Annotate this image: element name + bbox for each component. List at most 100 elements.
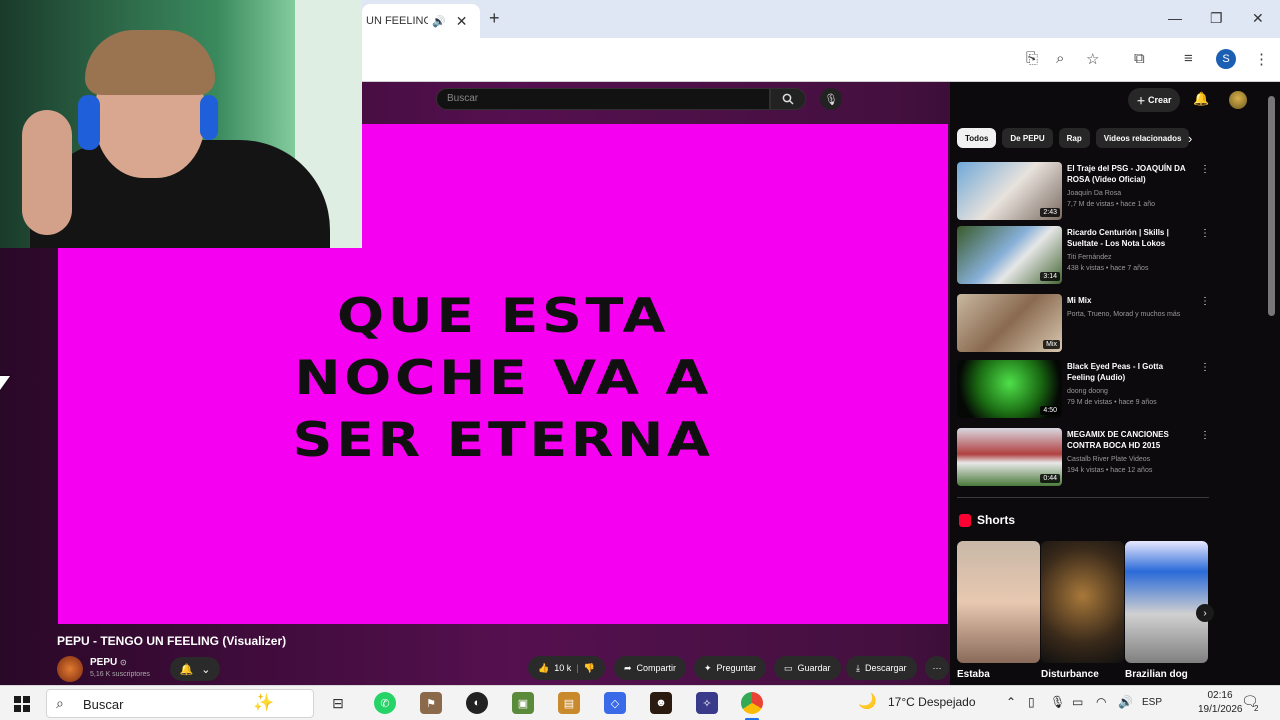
battery-icon[interactable]: ▭ — [1072, 695, 1083, 709]
volume-icon[interactable]: 🔊 — [1118, 695, 1133, 709]
share-button[interactable]: ➦ Compartir — [614, 656, 687, 680]
minimize-icon[interactable]: — — [1168, 10, 1182, 26]
search-icon[interactable] — [770, 88, 806, 110]
channel-name[interactable]: PEPU ⊙ — [90, 657, 127, 668]
shorts-icon — [959, 514, 971, 527]
rec-meta: 79 M de vistas • hace 9 años — [1067, 399, 1157, 406]
lyrics-line: SER ETERNA — [292, 413, 714, 468]
save-button[interactable]: ▭ Guardar — [774, 656, 841, 680]
rec-title: MEGAMIX DE CANCIONES CONTRA BOCA HD 2015 — [1067, 430, 1169, 450]
chevron-right-icon[interactable]: › — [1196, 604, 1214, 622]
rec-channel: doong doong — [1067, 388, 1108, 395]
cast-icon[interactable]: ⎘ — [1026, 50, 1038, 67]
duration-badge: 3:14 — [1040, 272, 1060, 281]
chevron-down-icon: ⌄ — [201, 663, 211, 676]
zoom-icon[interactable]: ⌕ — [1056, 50, 1064, 67]
lyrics-line: NOCHE VA A — [294, 351, 712, 406]
screen: UN FEELING 🔊 ✕ + — ❐ ✕ ⎘ ⌕ ☆ ⧉ ≡ S ⋮ Bus… — [0, 0, 1280, 720]
rec-meta: 438 k vistas • hace 7 años — [1067, 265, 1149, 272]
account-avatar[interactable] — [1229, 91, 1247, 109]
bookmark-star-icon[interactable]: ☆ — [1086, 50, 1099, 68]
lyrics-text: QUE ESTA NOCHE VA A SER ETERNA — [179, 286, 828, 472]
restore-icon[interactable]: ❐ — [1210, 10, 1223, 27]
whatsapp-icon[interactable]: ✆ — [374, 692, 396, 714]
create-button[interactable]: ＋ Crear — [1128, 88, 1180, 112]
create-label: Crear — [1148, 95, 1172, 105]
ask-button[interactable]: ✦ Preguntar — [694, 656, 767, 680]
recommendation-item[interactable]: 2:43 El Traje del PSG - JOAQUÍN DA ROSA … — [957, 162, 1217, 220]
thumbs-up-icon: 👍 — [538, 662, 550, 673]
app-icon[interactable]: ◐ — [466, 692, 488, 714]
rec-channel: Castalb River Plate Videos — [1067, 456, 1151, 463]
chip-all[interactable]: Todos — [957, 128, 997, 148]
tray-app-icon[interactable]: ▯ — [1028, 695, 1035, 709]
webcam-overlay — [0, 0, 362, 248]
rec-channel: Joaquín Da Rosa — [1067, 190, 1122, 197]
browser-tabstrip: UN FEELING 🔊 ✕ + — ❐ ✕ — [362, 0, 1280, 38]
share-icon: ➦ — [624, 662, 632, 673]
weather-text[interactable]: 17°C Despejado — [888, 695, 976, 709]
short-title: Disturbance — [1041, 669, 1099, 680]
duration-badge: Mix — [1043, 340, 1060, 349]
like-button[interactable]: 👍 10 k | 👎 — [528, 656, 605, 680]
profile-avatar[interactable]: S — [1216, 49, 1236, 69]
close-window-icon[interactable]: ✕ — [1252, 10, 1264, 27]
recommendation-item[interactable]: 3:14 Ricardo Centurión | Skills | Suelta… — [957, 226, 1217, 284]
duration-badge: 4:50 — [1040, 406, 1060, 415]
game-app-icon[interactable]: ☻ — [650, 692, 672, 714]
chrome-menu-icon[interactable]: ⋮ — [1254, 50, 1269, 68]
wifi-icon[interactable]: ◠ — [1096, 695, 1106, 709]
filter-chips: Todos De PEPU Rap Videos relacionados — [957, 128, 1190, 148]
minecraft-icon[interactable]: ▣ — [512, 692, 534, 714]
chip-rap[interactable]: Rap — [1058, 128, 1090, 148]
more-options-icon[interactable]: ⋮ — [1200, 296, 1210, 307]
chip-from-channel[interactable]: De PEPU — [1002, 128, 1053, 148]
more-options-icon[interactable]: ⋮ — [1200, 362, 1210, 373]
taskbar-search-input[interactable]: ⌕ Buscar ✨ — [46, 689, 314, 718]
recommendation-item[interactable]: 0:44 MEGAMIX DE CANCIONES CONTRA BOCA HD… — [957, 428, 1217, 486]
weather-icon[interactable]: 🌙 — [858, 692, 877, 710]
windows-start-icon[interactable] — [14, 696, 30, 712]
chrome-icon[interactable] — [741, 692, 763, 714]
more-options-icon[interactable]: ⋮ — [1200, 164, 1210, 175]
language-indicator[interactable]: ESP — [1142, 697, 1162, 708]
thumbs-down-icon[interactable]: 👎 — [584, 663, 595, 674]
more-options-icon[interactable]: ⋮ — [1200, 430, 1210, 441]
new-tab-button[interactable]: + — [489, 8, 500, 29]
search-input[interactable]: Buscar — [436, 88, 770, 110]
rec-meta: 7,7 M de vistas • hace 1 año — [1067, 201, 1156, 208]
download-button[interactable]: ⤓ Descargar — [846, 656, 917, 680]
task-view-icon[interactable]: ⊟ — [327, 692, 349, 714]
short-thumbnail[interactable] — [957, 541, 1040, 663]
recommendation-item[interactable]: Mix Mi Mix Porta, Trueno, Morad y muchos… — [957, 294, 1217, 352]
system-clock[interactable]: 02:16 19/1/2026 — [1198, 689, 1243, 717]
chip-related[interactable]: Videos relacionados — [1095, 128, 1190, 148]
like-count: 10 k — [554, 663, 572, 673]
shorts-heading: Shorts — [977, 513, 1016, 527]
game-app-icon[interactable]: ⚑ — [420, 692, 442, 714]
channel-avatar[interactable] — [57, 656, 83, 682]
game-app-icon[interactable]: ✧ — [696, 692, 718, 714]
roblox-icon[interactable]: ◇ — [604, 692, 626, 714]
microphone-icon[interactable]: 🎙 — [1050, 695, 1065, 709]
subscribed-bell-button[interactable]: 🔔 ⌄ — [170, 657, 220, 681]
short-thumbnail[interactable] — [1125, 541, 1208, 663]
page-scrollbar[interactable] — [1268, 96, 1275, 316]
short-thumbnail[interactable] — [1041, 541, 1124, 663]
browser-tab[interactable]: UN FEELING 🔊 ✕ — [362, 4, 480, 38]
more-options-icon[interactable]: ⋮ — [1200, 228, 1210, 239]
speaker-icon[interactable]: 🔊 — [432, 15, 446, 28]
notifications-bell-icon[interactable]: 🔔 — [1193, 91, 1209, 107]
clock-date: 19/1/2026 — [1198, 704, 1243, 715]
verified-icon: ⊙ — [120, 658, 127, 667]
chevron-up-icon[interactable]: ⌃ — [1006, 695, 1016, 709]
recommendation-item[interactable]: 4:50 Black Eyed Peas - I Gotta Feeling (… — [957, 360, 1217, 418]
mic-icon[interactable]: 🎙 — [820, 88, 842, 110]
more-actions-icon[interactable]: ⋯ — [925, 656, 949, 680]
extensions-icon[interactable]: ⧉ — [1134, 50, 1145, 67]
chevron-right-icon[interactable]: › — [1188, 131, 1192, 146]
person-hair — [85, 30, 215, 95]
media-controls-icon[interactable]: ≡ — [1184, 50, 1193, 67]
game-app-icon[interactable]: ▤ — [558, 692, 580, 714]
tab-close-icon[interactable]: ✕ — [456, 13, 468, 30]
